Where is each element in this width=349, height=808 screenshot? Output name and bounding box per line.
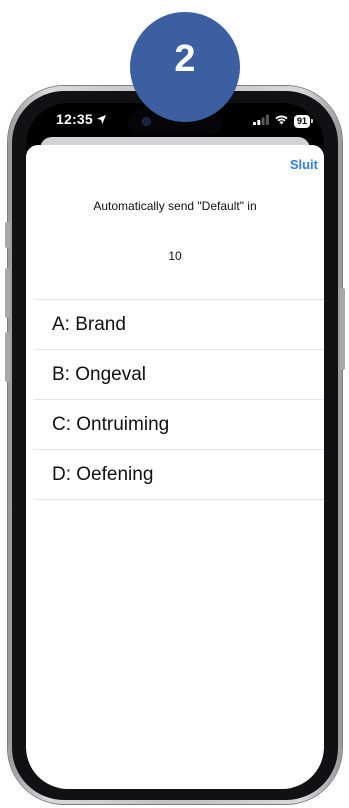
options-list: A: Brand B: Ongeval C: Ontruiming D: Oef… [34, 299, 324, 500]
option-brand[interactable]: A: Brand [34, 300, 324, 350]
stage: 12:35 91 Sluit Automatically send "Defau… [0, 0, 349, 808]
option-ongeval[interactable]: B: Ongeval [34, 350, 324, 400]
camera-icon [142, 117, 151, 126]
power-button [340, 288, 345, 370]
phone-screen: 12:35 91 Sluit Automatically send "Defau… [26, 103, 324, 789]
action-button [5, 222, 10, 248]
location-arrow-icon [96, 112, 107, 128]
battery-icon: 91 [293, 114, 314, 128]
auto-send-message: Automatically send "Default" in [93, 199, 257, 213]
close-button[interactable]: Sluit [290, 157, 318, 172]
wifi-icon [274, 112, 289, 130]
volume-up-button [5, 268, 10, 318]
time-text: 12:35 [56, 111, 93, 127]
volume-down-button [5, 332, 10, 382]
status-time: 12:35 [56, 111, 107, 128]
countdown-value: 10 [168, 249, 182, 263]
sheet: Sluit Automatically send "Default" in 10… [26, 145, 324, 789]
signal-icon [252, 112, 269, 130]
option-oefening[interactable]: D: Oefening [34, 450, 324, 500]
step-badge: 2 [130, 12, 240, 122]
status-icons: 91 [252, 112, 314, 130]
option-ontruiming[interactable]: C: Ontruiming [34, 400, 324, 450]
